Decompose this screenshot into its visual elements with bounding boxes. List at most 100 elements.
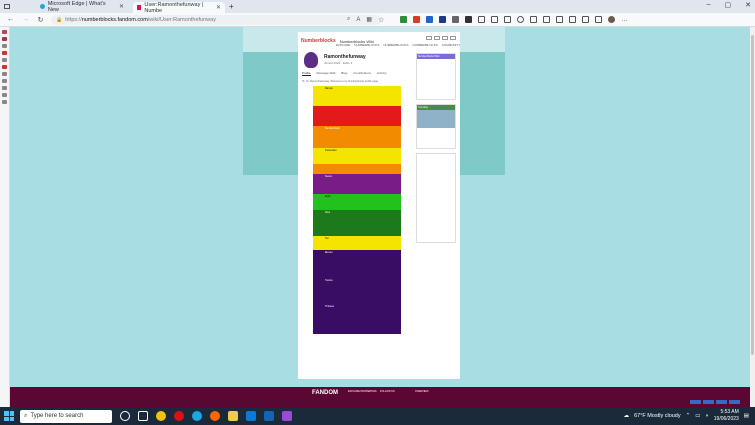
sidebar-app-icon[interactable] [2,93,7,97]
more-menu-icon[interactable]: … [621,17,627,23]
sidebar-app-icon[interactable] [2,51,7,55]
tab-activity[interactable]: Activity [377,71,387,76]
search-placeholder: Type here to search [30,413,84,419]
wiki-nav-item[interactable]: COMMUNITY [442,43,461,47]
wiki-nav-item[interactable]: EXPLORE [336,43,350,47]
fandom-logo[interactable]: FANDOM [312,390,338,396]
extension-green-icon[interactable] [400,16,408,23]
tray-overflow-icon[interactable]: ⌃ [686,413,691,419]
new-tab-button[interactable]: + [225,1,238,12]
extension-navy-icon[interactable] [439,16,447,23]
widgets-icon[interactable] [138,411,148,421]
history-icon[interactable] [517,16,525,23]
mail-icon[interactable] [264,411,274,421]
edge-icon[interactable] [192,411,202,421]
app-icon[interactable] [282,411,292,421]
tab-contributions[interactable]: Contributions [353,71,371,76]
notification-icon[interactable]: ▤ [744,413,749,419]
close-tab-icon[interactable]: ✕ [119,3,124,10]
screenshot-icon[interactable] [569,16,577,23]
zoom-icon[interactable]: ⌕ [347,16,350,23]
back-icon[interactable]: ← [6,15,15,24]
favorite-icon[interactable]: ☆ [378,16,384,24]
footer-action-button[interactable] [716,400,727,404]
taskbar-search[interactable]: ⌕ Type here to search [20,409,112,423]
menu-icon[interactable] [450,36,456,40]
favorites-icon[interactable] [504,16,512,23]
footer-col: EXPLORE PROPERTIES [348,390,377,393]
close-tab-icon[interactable]: ✕ [216,4,221,11]
tab-label: Microsoft Edge | What's New [47,0,106,13]
sidebar-app-icon[interactable] [2,44,7,48]
clock[interactable]: 5:53 AM 19/06/2023 [714,409,739,423]
wiki-nav-item[interactable]: NUMBERBLOCKS [354,43,379,47]
sidebar-app-icon[interactable] [2,65,7,69]
sidebar-app-icon[interactable] [2,37,7,41]
colour-block: Seven [313,174,401,194]
footer-action-button[interactable] [729,400,740,404]
address-bar[interactable]: 🔒 https://numberblocks.fandom.com/wiki/U… [51,14,381,25]
sidebar-app-icon[interactable] [2,72,7,76]
profile-avatar[interactable] [608,16,616,23]
rail-card-image[interactable] [417,110,455,128]
tab-blog[interactable]: Blog [341,71,347,76]
colour-block: Twelve [313,278,401,304]
extension-dark-icon[interactable] [465,16,473,23]
sidebar-app-icon[interactable] [2,86,7,90]
refresh-icon[interactable]: ↻ [36,15,45,24]
task-view-icon[interactable] [120,411,130,421]
footer-action-button[interactable] [690,400,701,404]
app-available-icon[interactable]: ▦ [366,16,372,23]
sidebar-app-icon[interactable] [2,100,7,104]
forward-icon[interactable]: → [21,15,30,24]
wiki-nav-item[interactable]: NUMBERBLOCKS [413,43,438,47]
split-screen-icon[interactable] [478,16,486,23]
close-window-icon[interactable]: ✕ [745,1,751,9]
file-explorer-icon[interactable] [228,411,238,421]
tab-profile[interactable]: Profile [302,71,311,76]
sidebar-app-icon[interactable] [2,30,7,34]
tab-message-wall[interactable]: Message Wall [317,71,336,76]
tab-actions-button[interactable] [0,1,18,12]
search-icon[interactable] [426,36,432,40]
minimize-icon[interactable]: – [707,1,711,9]
weather-text[interactable]: 67°F Mostly cloudy [634,413,681,419]
page-scrollbar[interactable] [750,27,755,407]
opera-icon[interactable] [174,411,184,421]
chrome-icon[interactable] [156,411,166,421]
tab-whats-new[interactable]: Microsoft Edge | What's New ✕ [36,0,128,13]
notifications-icon[interactable] [556,16,564,23]
scrollbar-thumb[interactable] [751,35,754,355]
wiki-logo[interactable]: Numberblocks [301,38,336,44]
wiki-nav: EXPLORE NUMBERBLOCKS NUMBERBLOCKS NUMBER… [336,43,460,47]
downloads-icon[interactable] [543,16,551,23]
colour-block-text: Seven [325,175,333,178]
store-icon[interactable] [246,411,256,421]
extension-red-icon[interactable] [413,16,421,23]
wiki-nav-item[interactable]: NUMBERBLOCKS [383,43,408,47]
weather-icon[interactable]: ☁ [624,413,630,419]
extension-blue-icon[interactable] [426,16,434,23]
copilot-icon[interactable] [595,16,603,23]
tab-user-page[interactable]: User:Ramonthefunway | Numbe ✕ [133,2,225,14]
sidebar-app-icon[interactable] [2,58,7,62]
extension-gray-icon[interactable] [452,16,460,23]
colour-block: Ramon [313,86,401,106]
share-icon[interactable] [434,36,440,40]
edge-sidebar [0,27,10,407]
collections-icon[interactable] [530,16,538,23]
network-icon[interactable]: ▭ [695,413,700,419]
maximize-icon[interactable]: ▢ [725,1,732,9]
search-icon: ⌕ [24,412,28,419]
firefox-icon[interactable] [210,411,220,421]
sidebar-app-icon[interactable] [2,79,7,83]
start-button[interactable] [4,411,14,421]
volume-icon[interactable]: ◗ [705,413,708,419]
extensions-icon[interactable] [491,16,499,23]
performance-icon[interactable] [582,16,590,23]
user-icon[interactable] [442,36,448,40]
read-aloud-icon[interactable]: A [356,17,360,23]
footer-action-button[interactable] [703,400,714,404]
profile-colour-blocks: Ramon Numberblock Favourites Seven Eight Nine… [313,86,401,334]
fandom-tab-icon [137,5,142,10]
